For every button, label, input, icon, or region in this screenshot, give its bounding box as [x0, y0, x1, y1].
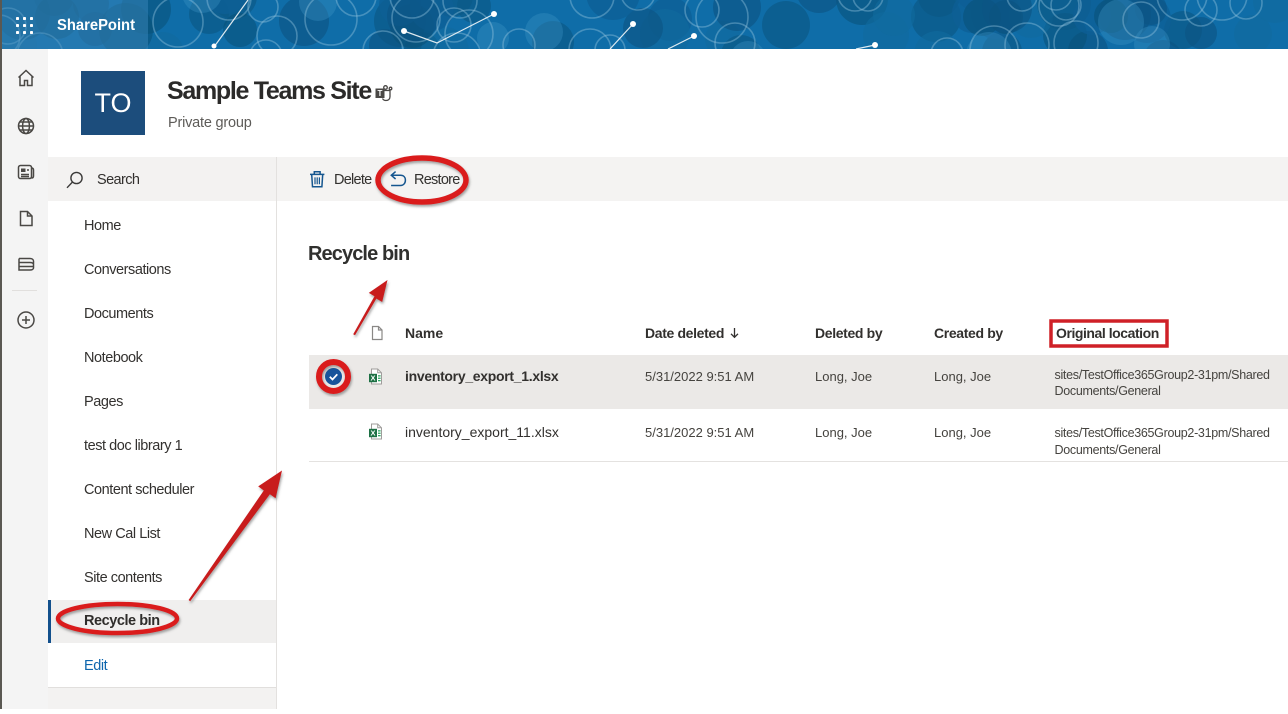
svg-text:X: X — [370, 429, 375, 438]
svg-text:X: X — [370, 374, 375, 383]
svg-text:SharePoint: SharePoint — [57, 17, 135, 34]
svg-text:T: T — [378, 89, 383, 98]
